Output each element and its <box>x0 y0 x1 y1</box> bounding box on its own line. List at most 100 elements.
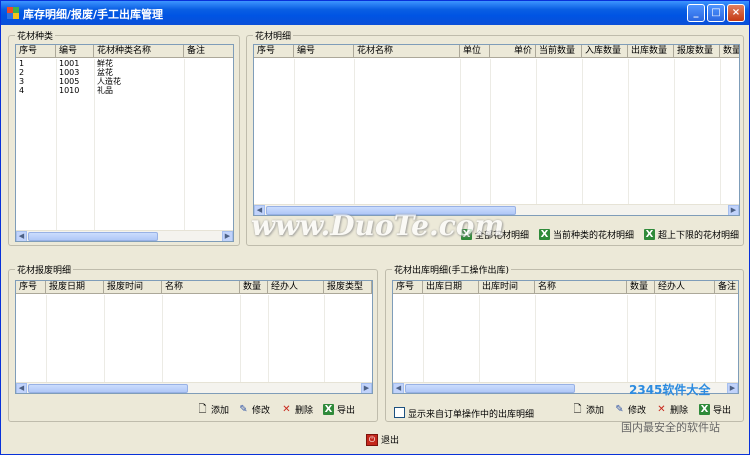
col-header[interactable]: 出库日期 <box>423 281 479 294</box>
title-bar[interactable]: 库存明细/报废/手工出库管理 _ □ × <box>1 1 749 25</box>
col-header[interactable]: 序号 <box>16 281 46 294</box>
button-label: 导出 <box>337 406 356 416</box>
species-grid[interactable]: 序号 编号 花材种类名称 备注 1 1001 鲜花 2 1003 盆花 3 10… <box>15 44 234 242</box>
col-header[interactable]: 数量 <box>240 281 268 294</box>
col-header[interactable]: 备注 <box>715 281 738 294</box>
close-button[interactable]: × <box>727 4 745 22</box>
cell: 4 <box>19 86 25 95</box>
col-header[interactable]: 编号 <box>56 45 94 58</box>
add-icon: 🗋 <box>198 404 207 415</box>
species-grid-header: 序号 编号 花材种类名称 备注 <box>16 45 233 58</box>
minimize-button[interactable]: _ <box>687 4 705 22</box>
excel-icon: X <box>644 229 655 240</box>
col-header[interactable]: 入库数量 <box>582 45 628 58</box>
button-label: 添加 <box>211 406 230 416</box>
scroll-left-icon[interactable]: ◀ <box>16 383 27 393</box>
cell: 人造花 <box>97 77 121 86</box>
scroll-thumb[interactable] <box>405 384 575 393</box>
cell: 1003 <box>59 68 80 77</box>
exit-icon: ⏻ <box>366 433 378 446</box>
col-header[interactable]: 出库数量 <box>628 45 674 58</box>
scroll-right-icon[interactable]: ▶ <box>361 383 372 393</box>
scroll-right-icon[interactable]: ▶ <box>728 205 739 215</box>
maximize-button[interactable]: □ <box>707 4 725 22</box>
cell <box>184 77 233 86</box>
button-label: 导出 <box>713 406 732 416</box>
show-order-outbound-label[interactable]: 显示来自订单操作中的出库明细 <box>408 407 534 420</box>
current-species-export-button[interactable]: X 当前种类的花材明细 <box>539 228 634 241</box>
show-order-outbound-checkbox[interactable] <box>394 407 405 418</box>
col-header[interactable]: 数量 <box>720 45 739 58</box>
scroll-left-icon[interactable]: ◀ <box>16 231 27 241</box>
col-header[interactable]: 报废日期 <box>46 281 104 294</box>
detail-panel-title: 花材明细 <box>253 29 294 42</box>
watermark-logo: 2345软件大全 <box>629 383 711 397</box>
outbound-delete-button[interactable]: ✕ 删除 <box>656 403 688 416</box>
scrap-export-button[interactable]: X 导出 <box>323 403 355 416</box>
outbound-add-button[interactable]: 🗋 添加 <box>572 403 604 416</box>
outbound-grid[interactable]: 序号 出库日期 出库时间 名称 数量 经办人 备注 ◀ ▶ <box>392 280 739 394</box>
outbound-edit-button[interactable]: ✎ 修改 <box>614 403 646 416</box>
col-header[interactable]: 单价 <box>490 45 536 58</box>
species-panel-title: 花材种类 <box>15 29 56 42</box>
scroll-thumb[interactable] <box>28 384 188 393</box>
scroll-thumb[interactable] <box>28 232 158 241</box>
outbound-export-button[interactable]: X 导出 <box>699 403 731 416</box>
detail-grid[interactable]: 序号 编号 花材名称 单位 单价 当前数量 入库数量 出库数量 报废数量 数量 … <box>253 44 740 216</box>
main-window: 库存明细/报废/手工出库管理 _ □ × 花材种类 序号 编号 花材种类名称 备… <box>0 0 750 455</box>
scroll-right-icon[interactable]: ▶ <box>222 231 233 241</box>
limit-export-button[interactable]: X 超上下限的花材明细 <box>644 228 739 241</box>
watermark-text: www.DuoTe.com <box>251 209 505 242</box>
excel-icon: X <box>699 404 710 415</box>
col-header[interactable]: 编号 <box>294 45 354 58</box>
col-header[interactable]: 序号 <box>254 45 294 58</box>
button-label: 修改 <box>628 406 647 416</box>
col-header[interactable]: 报废时间 <box>104 281 162 294</box>
excel-icon: X <box>539 229 550 240</box>
cell: 2 <box>19 68 25 77</box>
col-header[interactable]: 报废类型 <box>324 281 372 294</box>
col-header[interactable]: 出库时间 <box>479 281 535 294</box>
scrap-panel-title: 花材报废明细 <box>15 263 74 276</box>
col-header[interactable]: 名称 <box>535 281 627 294</box>
cell: 1005 <box>59 77 80 86</box>
app-icon <box>7 7 19 19</box>
col-header[interactable]: 报废数量 <box>674 45 720 58</box>
scrap-hscrollbar[interactable]: ◀ ▶ <box>16 382 372 393</box>
cell: 1001 <box>59 59 80 68</box>
col-header[interactable]: 序号 <box>16 45 56 58</box>
exit-button[interactable]: ⏻ 退出 <box>366 433 399 446</box>
table-row[interactable]: 4 1010 礼品 <box>16 86 233 95</box>
button-label: 当前种类的花材明细 <box>553 231 635 241</box>
scrap-add-button[interactable]: 🗋 添加 <box>197 403 229 416</box>
col-header[interactable]: 数量 <box>627 281 655 294</box>
scrap-edit-button[interactable]: ✎ 修改 <box>238 403 270 416</box>
col-header[interactable]: 花材种类名称 <box>94 45 184 58</box>
scroll-right-icon[interactable]: ▶ <box>727 383 738 393</box>
table-row[interactable]: 3 1005 人造花 <box>16 77 233 86</box>
col-header[interactable]: 单位 <box>460 45 490 58</box>
col-header[interactable]: 当前数量 <box>536 45 582 58</box>
exit-label: 退出 <box>381 436 400 446</box>
col-header[interactable]: 序号 <box>393 281 423 294</box>
detail-grid-header: 序号 编号 花材名称 单位 单价 当前数量 入库数量 出库数量 报废数量 数量 <box>254 45 739 58</box>
col-header[interactable]: 经办人 <box>655 281 715 294</box>
delete-icon: ✕ <box>282 404 291 415</box>
cell: 鲜花 <box>97 59 113 68</box>
col-header[interactable]: 备注 <box>184 45 233 58</box>
scroll-left-icon[interactable]: ◀ <box>393 383 404 393</box>
table-row[interactable]: 1 1001 鲜花 <box>16 59 233 68</box>
col-header[interactable]: 经办人 <box>268 281 324 294</box>
col-header[interactable]: 花材名称 <box>354 45 460 58</box>
table-row[interactable]: 2 1003 盆花 <box>16 68 233 77</box>
species-hscrollbar[interactable]: ◀ ▶ <box>16 230 233 241</box>
species-grid-body: 1 1001 鲜花 2 1003 盆花 3 1005 人造花 4 1010 礼品 <box>16 59 233 241</box>
scrap-delete-button[interactable]: ✕ 删除 <box>281 403 313 416</box>
cell: 1010 <box>59 86 80 95</box>
button-label: 添加 <box>586 406 605 416</box>
button-label: 超上下限的花材明细 <box>658 231 740 241</box>
outbound-grid-header: 序号 出库日期 出库时间 名称 数量 经办人 备注 <box>393 281 738 294</box>
col-header[interactable]: 名称 <box>162 281 240 294</box>
scrap-grid[interactable]: 序号 报废日期 报废时间 名称 数量 经办人 报废类型 ◀ ▶ <box>15 280 373 394</box>
cell <box>184 68 233 77</box>
